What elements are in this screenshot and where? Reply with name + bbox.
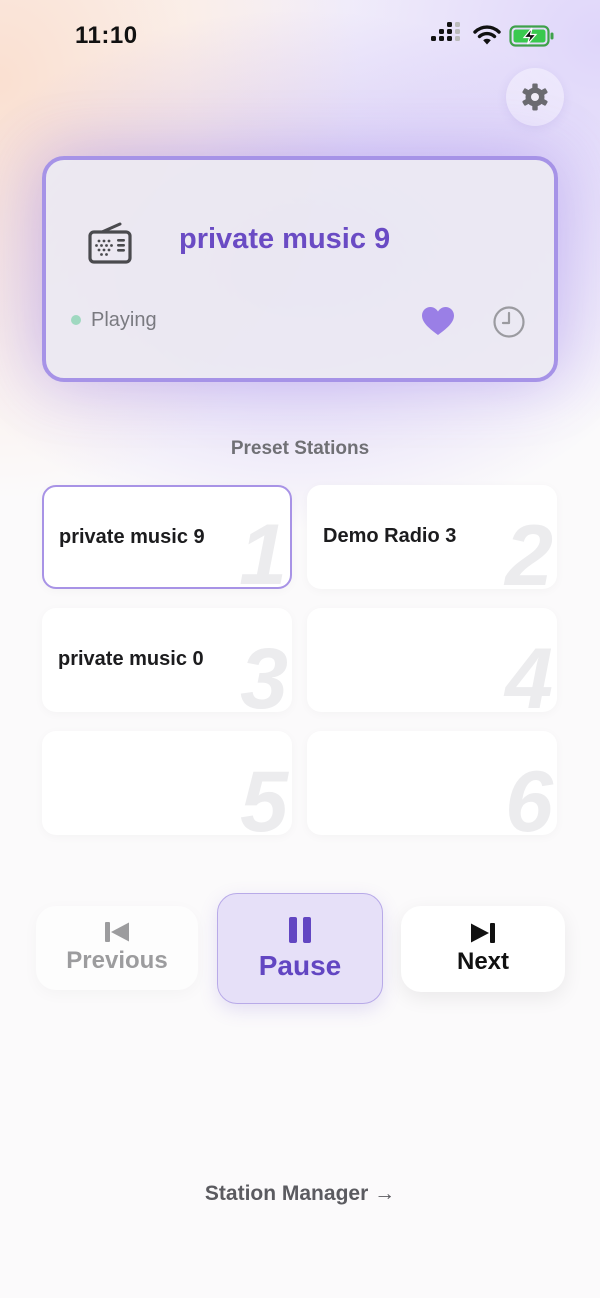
previous-button[interactable]: Previous (36, 906, 198, 990)
heart-icon[interactable] (420, 305, 456, 337)
skip-next-icon (471, 923, 495, 943)
preset-number: 6 (505, 754, 553, 835)
settings-button[interactable] (506, 68, 564, 126)
preset-stations-heading: Preset Stations (230, 438, 370, 459)
station-manager-link[interactable]: Station Manager → (0, 1182, 600, 1206)
status-time: 11:10 (75, 22, 138, 49)
now-playing-card: private music 9 Playing (42, 156, 558, 382)
preset-slot-6[interactable]: 6 (307, 731, 557, 835)
radio-icon (88, 222, 132, 264)
playing-status-dot (71, 315, 81, 325)
preset-slot-4[interactable]: 4 (307, 608, 557, 712)
preset-station-name: private music 9 (59, 526, 205, 548)
next-label: Next (456, 948, 510, 975)
preset-slot-1[interactable]: 1 private music 9 (42, 485, 292, 589)
skip-previous-icon (105, 922, 129, 942)
preset-number: 1 (239, 507, 287, 589)
preset-station-name: private music 0 (58, 648, 204, 670)
preset-number: 3 (240, 631, 288, 712)
preset-slot-5[interactable]: 5 (42, 731, 292, 835)
preset-station-name: Demo Radio 3 (323, 525, 457, 547)
pause-button[interactable]: Pause (217, 893, 383, 1004)
next-button[interactable]: Next (401, 906, 565, 992)
now-playing-title: private music 9 (179, 223, 391, 255)
preset-slot-2[interactable]: 2 Demo Radio 3 (307, 485, 557, 589)
gear-icon (522, 83, 548, 111)
pause-label: Pause (258, 949, 342, 981)
cellular-signal-icon (431, 22, 463, 46)
battery-charging-icon (509, 25, 554, 47)
preset-number: 4 (505, 631, 553, 712)
playing-status-text: Playing (91, 309, 157, 331)
status-bar: 11:10 (0, 0, 600, 72)
pause-icon (289, 916, 311, 943)
history-icon[interactable] (492, 305, 526, 339)
previous-label: Previous (66, 947, 168, 974)
preset-number: 2 (505, 508, 553, 589)
preset-slot-3[interactable]: 3 private music 0 (42, 608, 292, 712)
preset-number: 5 (240, 754, 288, 835)
wifi-icon (473, 25, 501, 45)
